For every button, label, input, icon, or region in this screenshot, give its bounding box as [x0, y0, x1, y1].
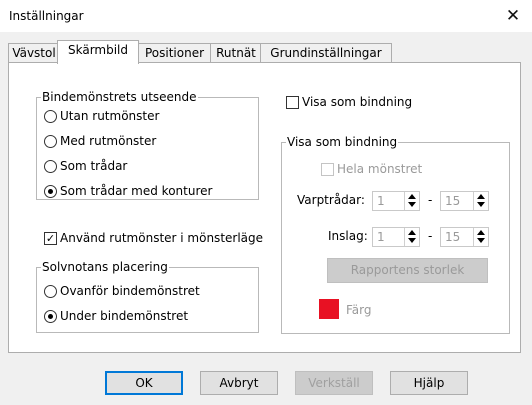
report-size-button[interactable]: Rapportens storlek [327, 258, 488, 283]
apply-button[interactable]: Verkställ [295, 371, 373, 395]
radio-med-rutmonster[interactable] [44, 135, 57, 148]
radio-label[interactable]: Med rutmönster [60, 134, 156, 148]
spin-value[interactable]: 1 [377, 194, 385, 208]
warp-from-spinner[interactable]: 1 [372, 191, 420, 211]
arrow-down-icon[interactable] [408, 238, 416, 243]
color-swatch[interactable] [319, 299, 339, 319]
spin-value[interactable]: 15 [445, 230, 460, 244]
radio-label[interactable]: Under bindemönstret [60, 309, 188, 323]
radio-label[interactable]: Ovanför bindemönstret [60, 284, 200, 298]
weft-label: Inslag: [328, 229, 368, 243]
arrow-up-icon[interactable] [408, 230, 416, 235]
checkbox-label[interactable]: Använd rutmönster i mönsterläge [60, 231, 263, 245]
arrow-down-icon[interactable] [477, 238, 485, 243]
tab-vavstol[interactable]: Vävstol [8, 43, 60, 62]
checkbox-anvand-rutmonster[interactable]: ✓ [44, 232, 57, 245]
arrow-up-icon[interactable] [477, 194, 485, 199]
tab-panel: Bindemönstrets utseende Utan rutmönster … [8, 62, 521, 353]
appearance-group-legend: Bindemönstrets utseende [42, 90, 197, 104]
warp-label: Varptrådar: [297, 193, 365, 207]
spin-arrows[interactable] [404, 228, 419, 246]
spin-value[interactable]: 15 [445, 194, 460, 208]
help-button[interactable]: Hjälp [390, 371, 468, 395]
checkbox-label[interactable]: Hela mönstret [337, 162, 422, 176]
spin-value[interactable]: 1 [377, 230, 385, 244]
arrow-down-icon[interactable] [477, 202, 485, 207]
radio-label[interactable]: Utan rutmönster [60, 109, 159, 123]
weft-to-spinner[interactable]: 15 [440, 227, 489, 247]
spin-arrows[interactable] [473, 228, 488, 246]
checkbox-hela-monstret[interactable] [321, 163, 334, 176]
arrow-up-icon[interactable] [477, 230, 485, 235]
arrow-up-icon[interactable] [408, 194, 416, 199]
radio-utan-rutmonster[interactable] [44, 110, 57, 123]
radio-som-tradar-med-konturer[interactable] [44, 185, 57, 198]
weft-from-spinner[interactable]: 1 [372, 227, 420, 247]
close-icon[interactable]: ✕ [498, 4, 528, 28]
checkbox-visa-som-bindning[interactable] [286, 96, 299, 109]
range-dash: - [428, 193, 433, 207]
arrow-down-icon[interactable] [408, 202, 416, 207]
radio-label[interactable]: Som trådar [60, 159, 127, 173]
checkbox-label[interactable]: Visa som bindning [302, 95, 412, 109]
tab-skarmbild[interactable]: Skärmbild [57, 40, 139, 64]
window-title: Inställningar [9, 9, 84, 23]
spin-arrows[interactable] [404, 192, 419, 210]
cancel-button[interactable]: Avbryt [200, 371, 278, 395]
solvnotan-group-legend: Solvnotans placering [42, 260, 168, 274]
tab-grundinstallningar[interactable]: Grundinställningar [260, 43, 392, 62]
color-label: Färg [346, 303, 372, 317]
radio-ovanfor-bindemonstret[interactable] [44, 285, 57, 298]
radio-under-bindemonstret[interactable] [44, 310, 57, 323]
radio-som-tradar[interactable] [44, 160, 57, 173]
ok-button[interactable]: OK [105, 371, 183, 395]
tab-positioner[interactable]: Positioner [137, 43, 212, 62]
radio-label[interactable]: Som trådar med konturer [60, 184, 212, 198]
range-dash: - [428, 229, 433, 243]
binding-group-legend: Visa som bindning [287, 135, 398, 149]
spin-arrows[interactable] [473, 192, 488, 210]
tab-rutnat[interactable]: Rutnät [210, 43, 262, 62]
warp-to-spinner[interactable]: 15 [440, 191, 489, 211]
